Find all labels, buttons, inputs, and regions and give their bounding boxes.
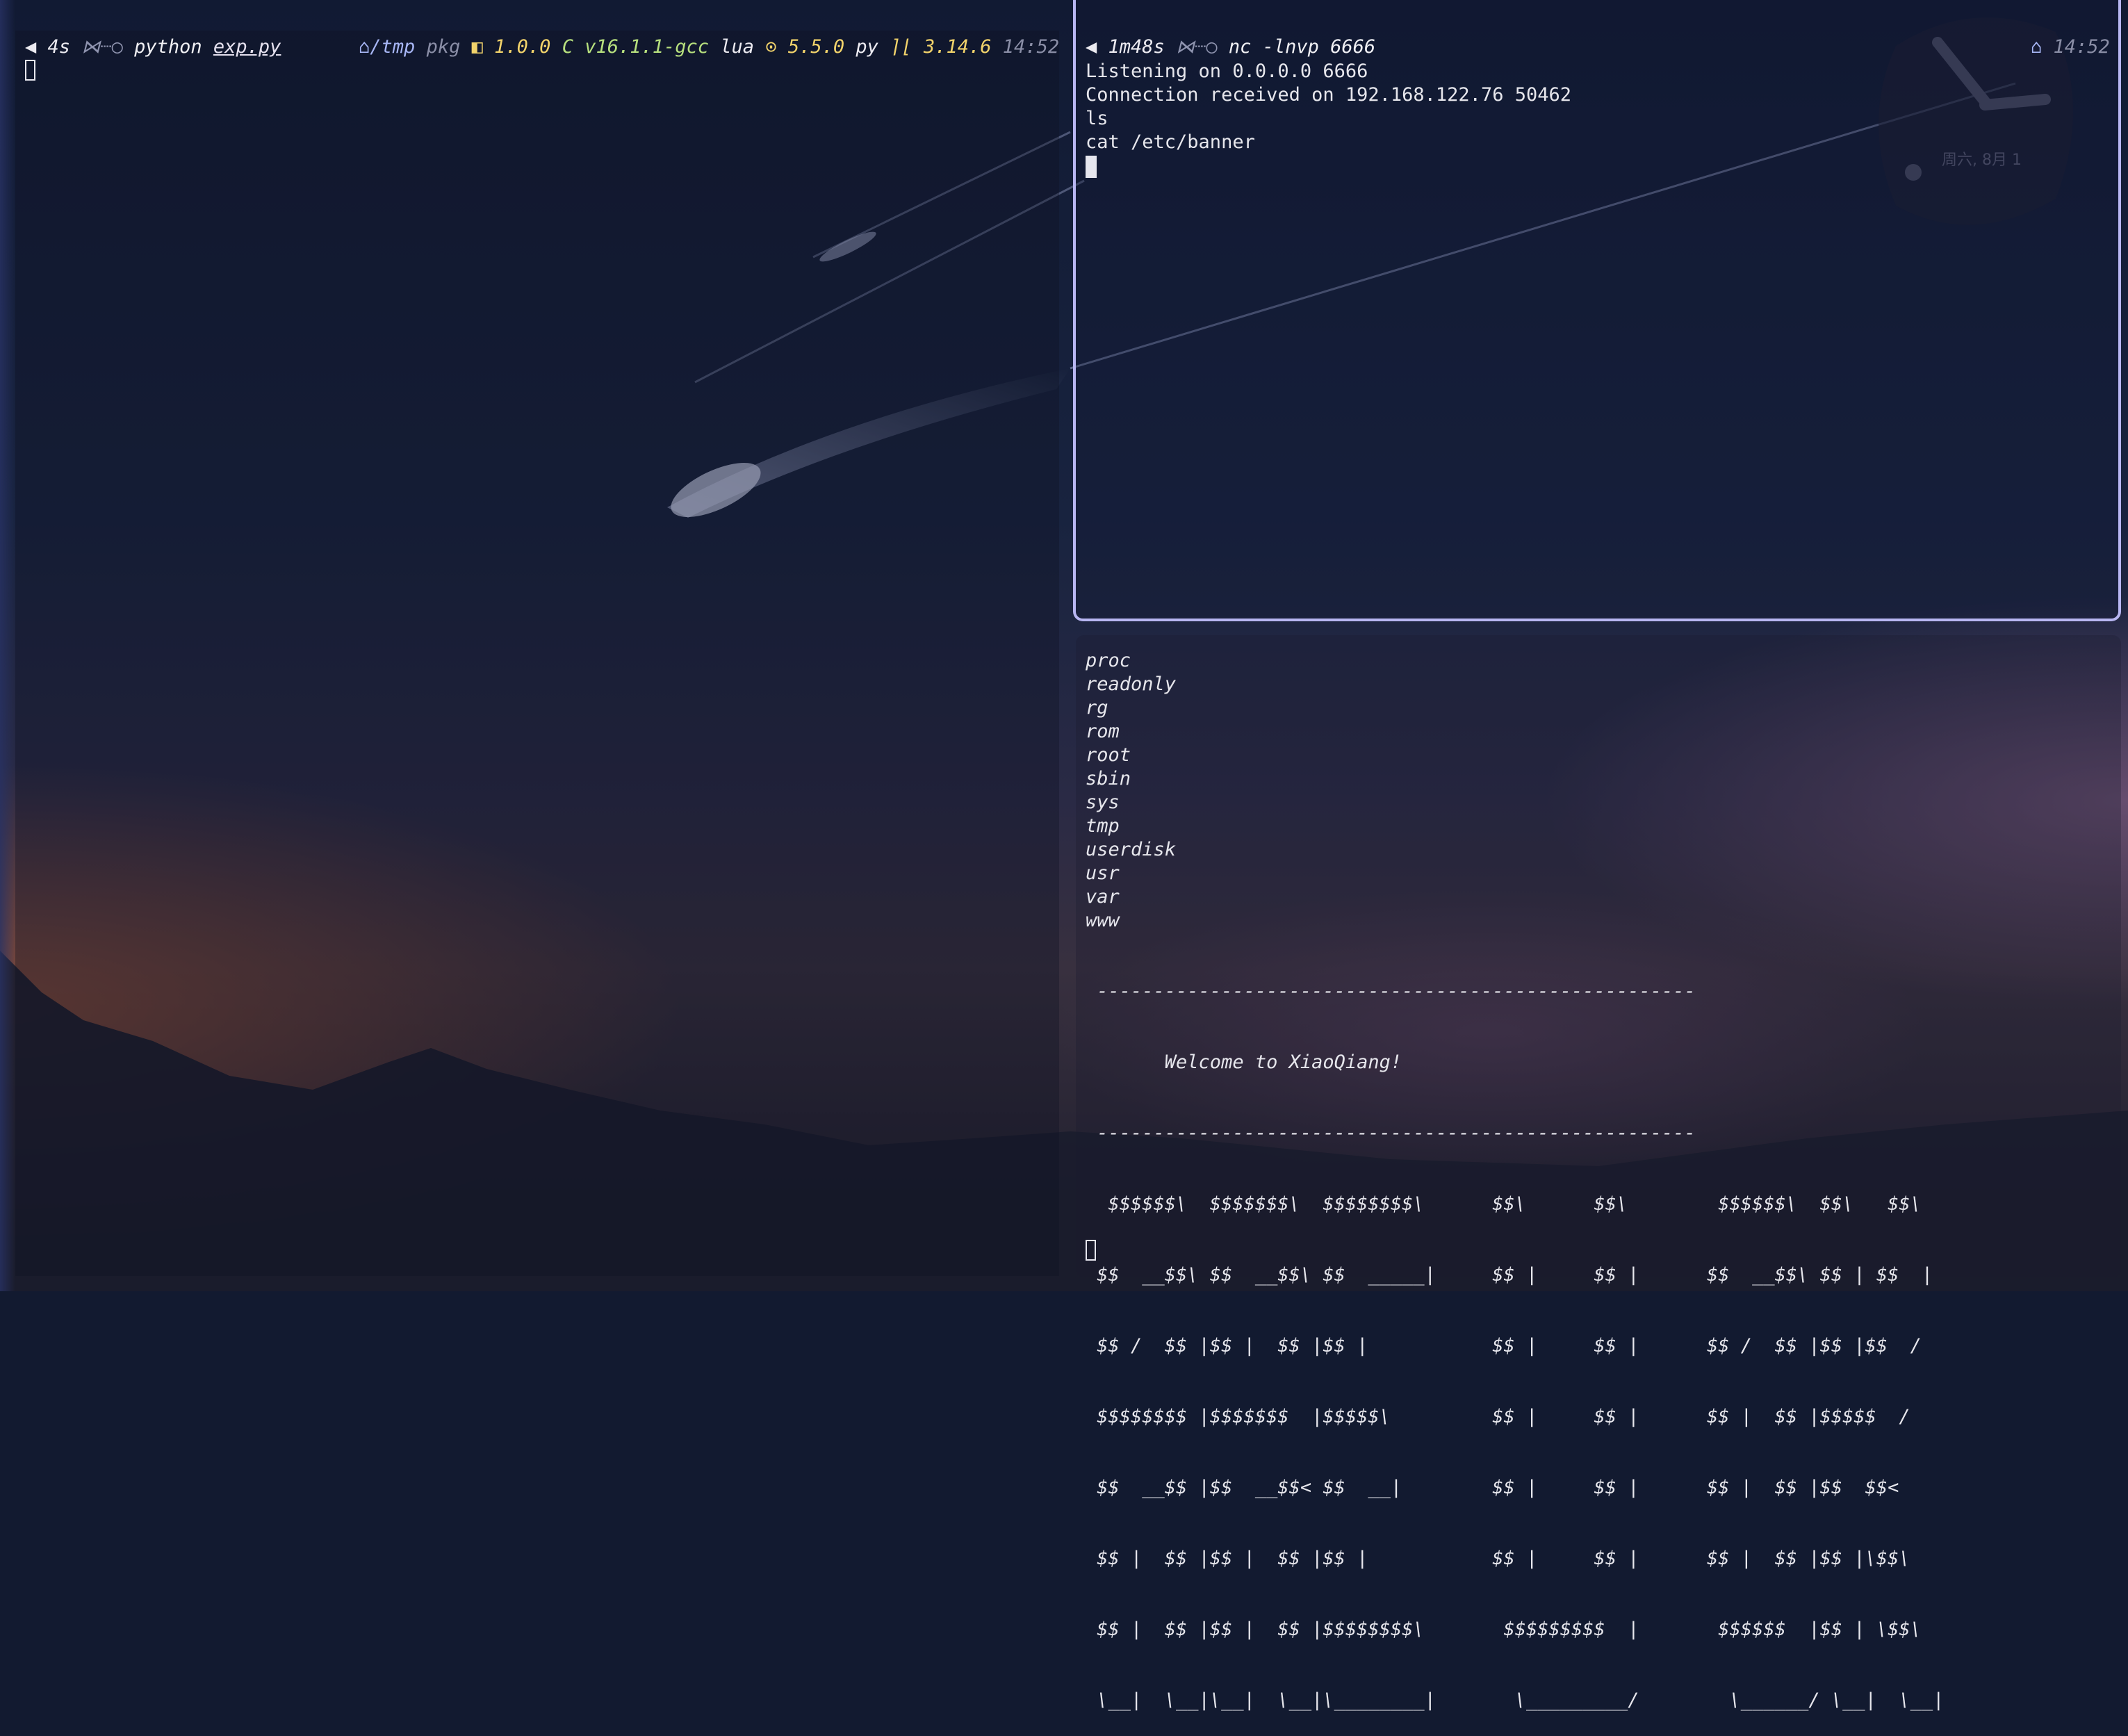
tr-prompt-bar: ◀ 1m48s ⋈┈○ nc -lnvp 6666 (1086, 36, 1375, 61)
list-item: rom (1086, 721, 1120, 742)
py-label: py (856, 36, 878, 58)
list-item: rg (1086, 697, 1108, 719)
tr-cursor (1086, 154, 1571, 178)
list-item: www (1086, 910, 1120, 931)
banner-line: $$$$$$$$ |$$$$$$$ |$$$$$\ $$ | $$ | $$ |… (1086, 1406, 1910, 1427)
window-border-left (0, 0, 15, 1291)
back-arrow-icon: ◀ (25, 36, 37, 58)
banner-line: \__| \__|\__| \__|\________| \_________/… (1086, 1689, 1945, 1711)
left-prompt-status: ⌂/tmp pkg ◧ 1.0.0 C v16.1.1-gcc lua ⊙ 5.… (359, 36, 1059, 61)
left-cursor (25, 60, 35, 81)
prompt-time: 14:52 (2053, 36, 2110, 58)
br-cursor (1086, 1240, 1096, 1261)
output-line: Listening on 0.0.0.0 6666 (1086, 60, 1368, 82)
terminal-pane-left[interactable] (15, 31, 1059, 1276)
list-item: usr (1086, 862, 1120, 884)
command-duration: 4s (47, 36, 71, 58)
home-icon: ⌂ (2031, 36, 2043, 58)
back-arrow-icon: ◀ (1086, 36, 1097, 58)
git-branch-icon: ⋈┈○ (1176, 36, 1218, 58)
lua-icon: ⊙ (765, 36, 777, 58)
tr-output: Listening on 0.0.0.0 6666 Connection rec… (1086, 60, 1571, 178)
c-version: v16.1.1-gcc (584, 36, 710, 58)
prompt-time: 14:52 (1002, 36, 1060, 58)
banner-line: $$ __$$ |$$ __$$< $$ __| $$ | $$ | $$ | … (1086, 1477, 1899, 1498)
package-icon: ◧ (471, 36, 483, 58)
banner-line: ----------------------------------------… (1086, 1122, 1696, 1144)
pkg-version: 1.0.0 (494, 36, 551, 58)
output-line: ls (1086, 108, 1108, 129)
running-command: python (134, 36, 202, 58)
list-item: root (1086, 744, 1131, 766)
banner-line: $$ __$$\ $$ __$$\ $$ _____| $$ | $$ | $$… (1086, 1264, 1933, 1286)
banner-line: $$ | $$ |$$ | $$ |$$$$$$$$\ $$$$$$$$$ | … (1086, 1619, 1922, 1640)
lua-label: lua (720, 36, 755, 58)
banner-line: $$$$$$\ $$$$$$$\ $$$$$$$$\ $$\ $$\ $$$$$… (1086, 1193, 1922, 1215)
welcome-banner: ----------------------------------------… (1086, 933, 1944, 1736)
tr-prompt-status: ⌂ 14:52 (2031, 36, 2110, 61)
banner-line: $$ / $$ |$$ | $$ |$$ | $$ | $$ | $$ / $$… (1086, 1335, 1922, 1357)
running-command: nc -lnvp 6666 (1228, 36, 1376, 58)
home-icon: ⌂ (359, 36, 370, 58)
pkg-label: pkg (426, 36, 461, 58)
git-branch-icon: ⋈┈○ (81, 36, 123, 58)
current-directory: /tmp (370, 36, 416, 58)
output-line: Connection received on 192.168.122.76 50… (1086, 84, 1571, 106)
py-version: 3.14.6 (923, 36, 992, 58)
banner-line: ----------------------------------------… (1086, 981, 1696, 1002)
banner-line: Welcome to XiaoQiang! (1086, 1051, 1402, 1073)
list-item: readonly (1086, 673, 1177, 695)
lua-version: 5.5.0 (787, 36, 845, 58)
left-prompt-bar: ◀ 4s ⋈┈○ python exp.py (25, 36, 281, 61)
command-file-link[interactable]: exp.py (213, 36, 281, 58)
list-item: userdisk (1086, 839, 1177, 860)
directory-listing: proc readonly rg rom root sbin sys tmp u… (1086, 649, 1176, 933)
list-item: sbin (1086, 768, 1131, 789)
list-item: sys (1086, 792, 1120, 813)
banner-line: $$ | $$ |$$ | $$ |$$ | $$ | $$ | $$ | $$… (1086, 1548, 1910, 1569)
list-item: var (1086, 886, 1120, 908)
output-line: cat /etc/banner (1086, 131, 1255, 153)
list-item: proc (1086, 650, 1131, 671)
list-item: tmp (1086, 815, 1120, 837)
c-label: C (562, 36, 573, 58)
python-icon: ⌉⌊ (890, 36, 912, 58)
command-duration: 1m48s (1108, 36, 1165, 58)
